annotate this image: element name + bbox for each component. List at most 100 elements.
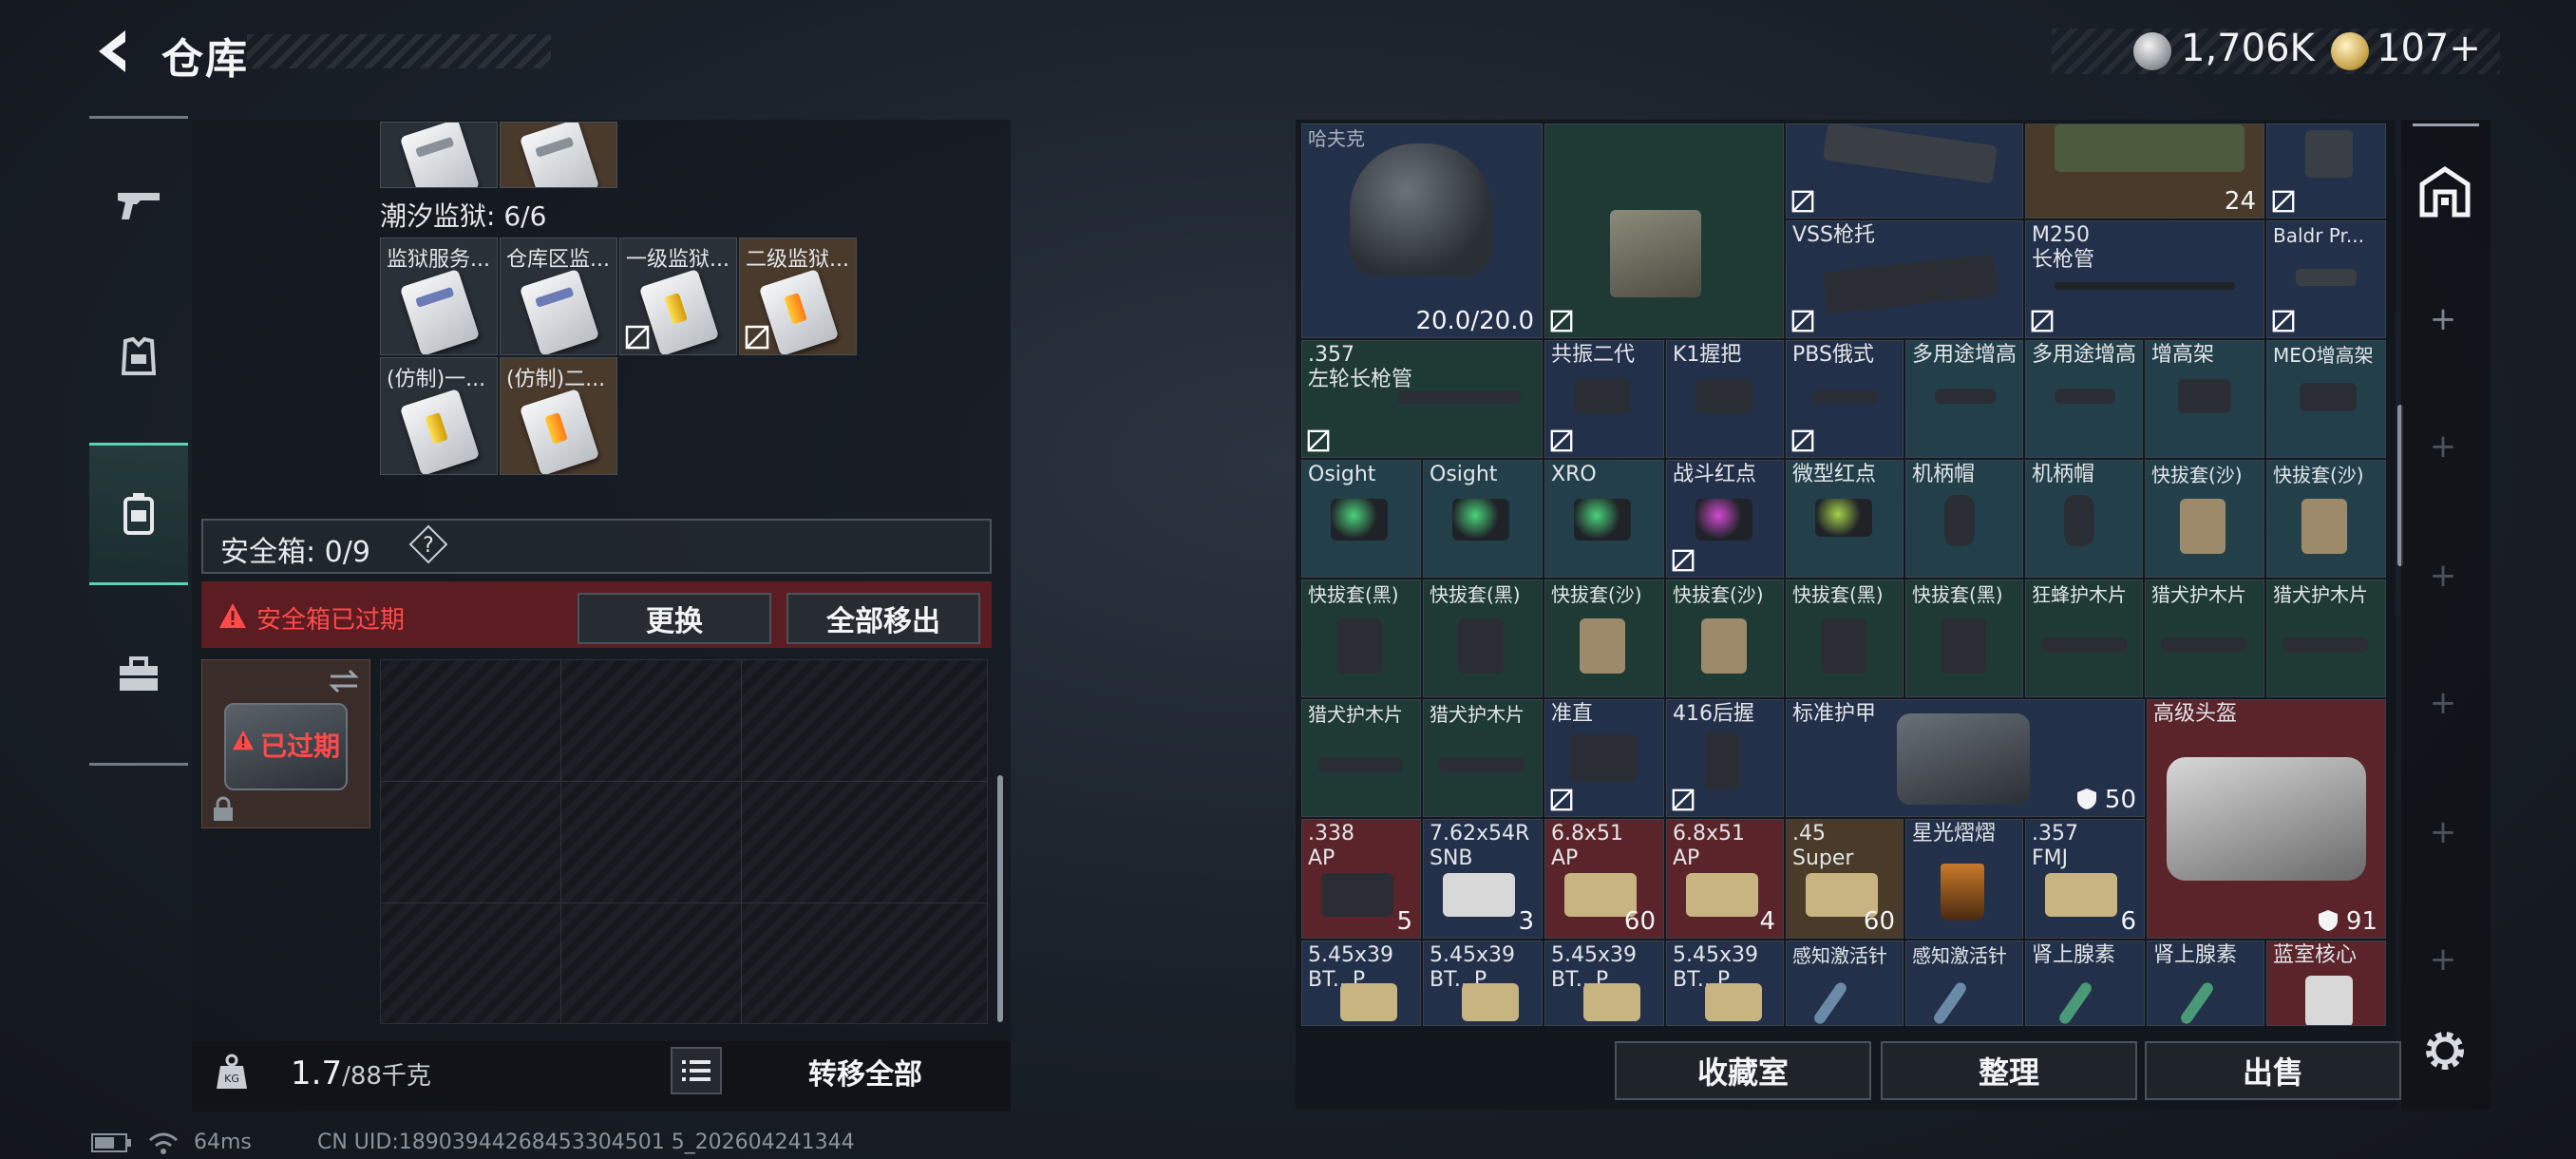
warehouse-item[interactable]: 星光熠熠 [1905,819,2023,939]
warehouse-item[interactable]: 机柄帽 [1905,460,2023,578]
bag-level: 91 [2318,907,2377,936]
warehouse-item-stock[interactable] [1786,124,2023,218]
warehouse-item[interactable]: 蓝室核心 [2266,940,2386,1026]
warehouse-item-ammo[interactable]: 5.45x39 BT...P [1666,940,1784,1026]
sell-button[interactable]: 出售 [2145,1041,2401,1100]
warehouse-item[interactable]: 共振二代 [1544,340,1664,458]
warehouse-item[interactable]: 416后握 [1666,699,1784,817]
prison-item[interactable]: 一级监狱... [619,238,737,355]
warehouse-item[interactable]: 战斗红点 [1666,460,1784,578]
warehouse-item[interactable]: 快拔套(黑) [1423,580,1543,697]
collection-room-button[interactable]: 收藏室 [1615,1041,1871,1100]
gear-icon[interactable] [2420,1026,2470,1075]
move-all-out-button[interactable]: 全部移出 [786,593,980,644]
warehouse-item[interactable]: 快拔套(沙) [1666,580,1784,697]
warehouse-item[interactable]: 多用途增高 [2025,340,2143,458]
barrel-image [1397,390,1521,404]
warehouse-item-ammo[interactable]: 6.8x51 AP 60 [1544,819,1664,939]
warehouse-item-ammo[interactable]: 5.45x39 BT...P [1544,940,1664,1026]
warehouse-item[interactable]: 快拔套(沙) [2145,460,2264,578]
warehouse-item[interactable]: XRO [1544,460,1664,578]
prison-item[interactable]: 监狱服务... [380,238,498,355]
item-slot[interactable] [380,122,498,188]
nav-weapons[interactable] [89,133,188,276]
warehouse-item[interactable]: 机柄帽 [2025,460,2143,578]
warehouse-item-armor[interactable]: 标准护甲 50 [1786,699,2145,817]
warehouse-item[interactable]: 快拔套(黑) [1905,580,2023,697]
back-arrow-icon[interactable] [87,25,141,78]
warehouse-item[interactable]: K1握把 [1666,340,1784,458]
warehouse-item[interactable]: MEO增高架 [2266,340,2386,458]
item-slot[interactable] [500,122,617,188]
warehouse-item[interactable]: 多用途增高 [1905,340,2023,458]
mount-image [2178,379,2231,413]
warehouse-item-ammo[interactable]: 5.45x39 BT...P [1423,940,1543,1026]
warehouse-item[interactable]: 快拔套(沙) [1544,580,1664,697]
pistol-icon [118,193,160,219]
warehouse-item-ammo-box[interactable] [1544,124,1784,338]
prison-item[interactable]: 二级监狱... [739,238,857,355]
left-scrollbar[interactable] [997,775,1003,1022]
add-tab-icon[interactable]: + [2424,300,2462,338]
warehouse-item-ammo[interactable]: 7.62x54R SNB 3 [1423,819,1543,939]
warehouse-item[interactable]: Osight [1301,460,1421,578]
warehouse-item[interactable]: 感知激活针 [1786,940,1904,1026]
warehouse-item[interactable]: 快拔套(黑) [1301,580,1421,697]
swap-icon[interactable] [327,667,361,695]
warehouse-item[interactable]: Baldr Pr... [2266,220,2386,338]
warehouse-item[interactable]: 微型红点 [1786,460,1904,578]
grid-divider [380,902,988,903]
nav-toolbox[interactable] [89,604,188,747]
warehouse-item[interactable]: .357 左轮长枪管 [1301,340,1543,458]
warehouse-item-ammo[interactable]: .45 Super 60 [1786,819,1904,939]
warehouse-item[interactable]: 感知激活针 [1905,940,2023,1026]
warehouse-item[interactable]: 快拔套(沙) [2266,460,2386,578]
warehouse-item-ammo[interactable]: .338 AP 5 [1301,819,1421,939]
drink-image [1941,864,1984,921]
warehouse-item[interactable]: 肾上腺素 [2147,940,2264,1026]
handguard-image [2161,637,2246,653]
add-tab-icon[interactable]: + [2424,684,2462,722]
sort-button[interactable]: 整理 [1881,1041,2137,1100]
replace-button[interactable]: 更换 [578,593,771,644]
grid-divider [380,781,988,782]
prison-item[interactable]: (仿制)二... [500,357,617,475]
ammo-box-image [1583,983,1640,1021]
nav-backpack[interactable] [89,443,188,585]
warehouse-item[interactable]: PBS俄式 [1786,340,1904,458]
transfer-all-button[interactable]: 转移全部 [737,1045,994,1098]
warehouse-item[interactable]: VSS枪托 [1786,220,2023,338]
warehouse-item[interactable]: 猎犬护木片 [1423,699,1543,817]
warehouse-item[interactable]: 增高架 [2145,340,2264,458]
safe-box-grid[interactable] [380,659,988,1024]
prison-item[interactable]: (仿制)一... [380,357,498,475]
warehouse-item[interactable]: 猎犬护木片 [1301,699,1421,817]
warehouse-item[interactable]: 狂蜂护木片 [2025,580,2143,697]
prison-section-title: 潮汐监狱: 6/6 [380,200,547,232]
warehouse-item[interactable] [2266,124,2386,218]
warehouse-item[interactable]: 猎犬护木片 [2145,580,2264,697]
warehouse-item-ammo[interactable]: 6.8x51 AP 4 [1666,819,1784,939]
warehouse-tab-icon[interactable] [2416,163,2473,220]
add-tab-icon[interactable]: + [2424,428,2462,466]
add-tab-icon[interactable]: + [2424,940,2462,978]
warehouse-item-bag[interactable]: 高级头盔 91 [2147,699,2386,939]
prison-item[interactable]: 仓库区监... [500,238,617,355]
warehouse-item-helmet[interactable]: 哈夫克 20.0/20.0 [1301,124,1543,338]
warehouse-item[interactable]: 肾上腺素 [2025,940,2145,1026]
warehouse-item[interactable]: M250 长枪管 [2025,220,2264,338]
warehouse-item[interactable]: 准直 [1544,699,1664,817]
add-tab-icon[interactable]: + [2424,813,2462,851]
add-tab-icon[interactable]: + [2424,557,2462,595]
gold-amount[interactable]: 107+ [2377,27,2481,70]
help-icon[interactable]: ? [408,524,448,564]
silver-amount[interactable]: 1,706K [2181,27,2315,70]
warehouse-item-crate[interactable]: 24 [2025,124,2264,218]
warehouse-item[interactable]: Osight [1423,460,1543,578]
warehouse-item-ammo[interactable]: .357 FMJ 6 [2025,819,2145,939]
list-view-button[interactable] [671,1047,722,1094]
warehouse-item[interactable]: 快拔套(黑) [1786,580,1904,697]
warehouse-item[interactable]: 猎犬护木片 [2266,580,2386,697]
warehouse-item-ammo[interactable]: 5.45x39 BT...P [1301,940,1421,1026]
nav-armor[interactable] [89,287,188,429]
